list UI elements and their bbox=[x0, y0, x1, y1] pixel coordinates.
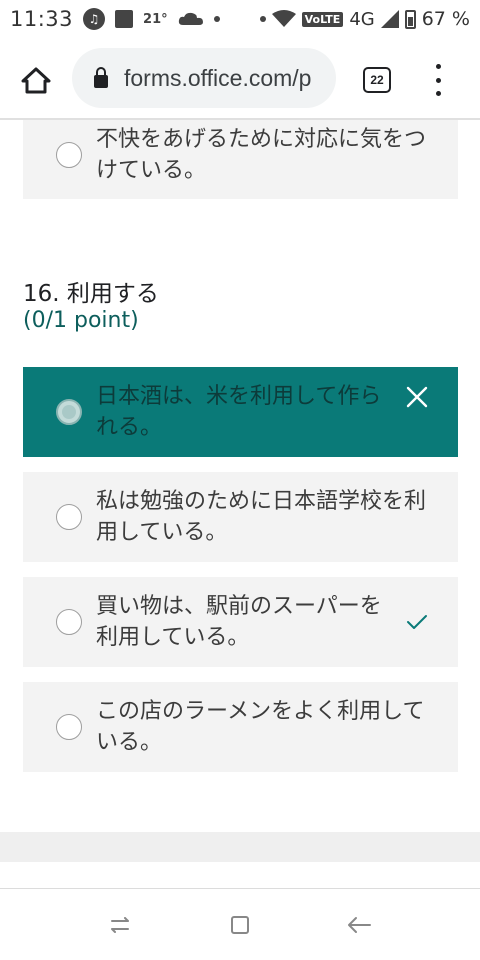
url-text: forms.office.com/p bbox=[124, 64, 312, 91]
radio-button[interactable] bbox=[56, 504, 82, 530]
image-icon bbox=[115, 10, 134, 28]
battery-icon bbox=[404, 9, 416, 29]
home-icon bbox=[21, 67, 51, 94]
radio-button[interactable] bbox=[56, 714, 82, 740]
tab-switcher-button[interactable]: 22 bbox=[363, 67, 391, 93]
status-bar: 11:33 ♫ 21° VoLTE 4G 67 % bbox=[0, 0, 480, 38]
radio-button-selected[interactable] bbox=[56, 399, 82, 425]
notification-dot bbox=[213, 16, 220, 22]
menu-dot bbox=[435, 77, 441, 83]
back-button[interactable] bbox=[344, 911, 374, 939]
menu-dot bbox=[435, 91, 441, 96]
lock-icon bbox=[94, 66, 108, 88]
incorrect-x-icon bbox=[404, 384, 430, 410]
radio-button[interactable] bbox=[56, 609, 82, 635]
square-home-icon bbox=[231, 916, 249, 934]
section-divider bbox=[0, 832, 480, 862]
option-label: 不快をあげるために対応に気をつけている。 bbox=[96, 127, 427, 183]
radio-button[interactable] bbox=[56, 142, 82, 168]
home-button[interactable] bbox=[16, 62, 56, 98]
option-label: 日本酒は、米を利用して作られる。 bbox=[96, 384, 382, 440]
music-icon: ♫ bbox=[83, 8, 106, 30]
correct-check-icon bbox=[404, 609, 430, 635]
option-label: 買い物は、駅前のスーパーを利用している。 bbox=[96, 594, 382, 650]
address-bar[interactable]: forms.office.com/p bbox=[72, 48, 336, 108]
option-2[interactable]: 私は勉強のために日本語学校を利用している。 bbox=[23, 472, 458, 562]
cloud-icon bbox=[178, 12, 204, 26]
menu-dot bbox=[435, 64, 441, 69]
question-points: (0/1 point) bbox=[23, 308, 139, 333]
question-title: 16. 利用する bbox=[23, 281, 159, 307]
option-3-correct[interactable]: 買い物は、駅前のスーパーを利用している。 bbox=[23, 577, 458, 667]
temperature: 21° bbox=[143, 11, 168, 27]
recents-button[interactable] bbox=[105, 911, 135, 939]
option-label: 私は勉強のために日本語学校を利用している。 bbox=[96, 489, 427, 545]
more-menu-button[interactable] bbox=[430, 64, 446, 96]
network-type: 4G bbox=[349, 8, 375, 30]
option-1-selected-incorrect[interactable]: 日本酒は、米を利用して作られる。 bbox=[23, 367, 458, 457]
option-previous[interactable]: 不快をあげるために対応に気をつけている。 bbox=[23, 120, 458, 199]
system-navigation-bar bbox=[0, 889, 480, 960]
notification-dot bbox=[259, 16, 266, 22]
option-4[interactable]: この店のラーメンをよく利用している。 bbox=[23, 682, 458, 772]
browser-toolbar: forms.office.com/p 22 bbox=[0, 38, 480, 120]
home-nav-button[interactable] bbox=[225, 911, 255, 939]
status-time: 11:33 bbox=[10, 7, 74, 31]
volte-badge: VoLTE bbox=[301, 11, 344, 27]
option-label: この店のラーメンをよく利用している。 bbox=[96, 699, 425, 755]
signal-icon bbox=[380, 10, 399, 28]
back-arrow-icon bbox=[348, 917, 371, 933]
wifi-icon bbox=[271, 10, 296, 28]
recents-icon bbox=[111, 917, 129, 933]
battery-percent: 67 % bbox=[421, 8, 470, 30]
